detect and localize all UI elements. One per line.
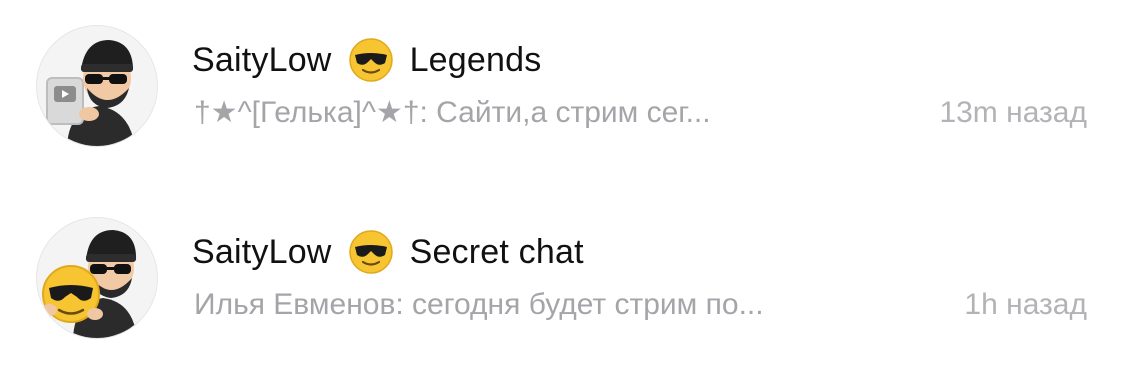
sunglasses-emoji-icon (348, 229, 394, 275)
chat-group-name: Secret chat (409, 232, 584, 271)
chat-item-legends[interactable]: SaityLow Legends †★^[Гелька]^★†: Сайти,а… (0, 13, 1125, 163)
chat-name: SaityLow (192, 232, 332, 271)
chat-group-name: Legends (409, 40, 542, 79)
timestamp: 13m назад (939, 96, 1087, 129)
chat-title: SaityLow Secret chat (192, 229, 584, 275)
chat-list: SaityLow Legends †★^[Гелька]^★†: Сайти,а… (0, 0, 1125, 381)
chat-name: SaityLow (192, 40, 332, 79)
avatar-character-with-play-button-icon (37, 26, 157, 146)
sunglasses-emoji-icon (348, 37, 394, 83)
last-message-preview: †★^[Гелька]^★†: Сайти,а стрим сег... (194, 96, 711, 129)
avatar (36, 217, 158, 339)
avatar-character-with-emoji-icon (37, 218, 157, 338)
timestamp: 1h назад (964, 288, 1087, 321)
chat-title: SaityLow Legends (192, 37, 541, 83)
last-message-preview: Илья Евменов: сегодня будет стрим по... (194, 288, 764, 321)
chat-item-secret-chat[interactable]: SaityLow Secret chat Илья Евменов: сегод… (0, 205, 1125, 355)
avatar (36, 25, 158, 147)
